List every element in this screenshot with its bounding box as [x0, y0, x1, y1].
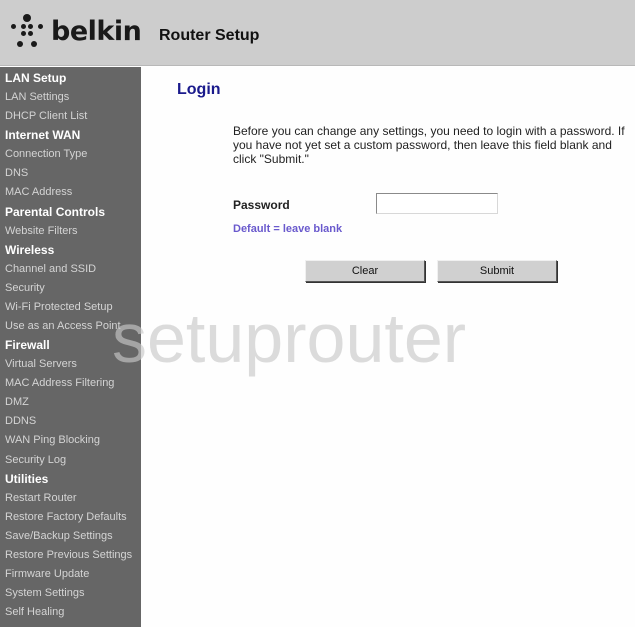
password-input[interactable] [376, 193, 498, 214]
sidebar-item-connection-type[interactable]: Connection Type [5, 148, 87, 160]
sidebar-item-virtual-servers[interactable]: Virtual Servers [5, 358, 77, 370]
sidebar-item-use-as-an-access-point[interactable]: Use as an Access Point [5, 320, 121, 332]
sidebar-item-lan-settings[interactable]: LAN Settings [5, 91, 69, 103]
sidebar-item-firmware-update[interactable]: Firmware Update [5, 568, 89, 580]
belkin-logo-icon [9, 14, 45, 50]
sidebar-item-self-healing[interactable]: Self Healing [5, 606, 64, 618]
app-title: Router Setup [159, 27, 260, 44]
sidebar-section-utilities: Utilities [5, 471, 49, 486]
sidebar-item-dhcp-client-list[interactable]: DHCP Client List [5, 110, 87, 122]
sidebar-section-parental-controls: Parental Controls [5, 204, 106, 219]
sidebar-item-mac-address[interactable]: MAC Address [5, 186, 72, 198]
sidebar-item-save-backup-settings[interactable]: Save/Backup Settings [5, 530, 113, 542]
sidebar-item-restart-router[interactable]: Restart Router [5, 492, 77, 504]
sidebar-nav: LAN Setup LAN Settings DHCP Client List Int… [0, 67, 141, 627]
sidebar-section-wireless: Wireless [5, 242, 55, 257]
sidebar-item-security[interactable]: Security [5, 282, 45, 294]
submit-button[interactable]: Submit [437, 260, 557, 282]
brand-logo: belkin [51, 16, 142, 47]
clear-button[interactable]: Clear [305, 260, 425, 282]
sidebar-item-wi-fi-protected-setup[interactable]: Wi-Fi Protected Setup [5, 301, 113, 313]
sidebar-item-dmz[interactable]: DMZ [5, 396, 29, 408]
sidebar-item-mac-address-filtering[interactable]: MAC Address Filtering [5, 377, 114, 389]
sidebar-section-firewall: Firewall [5, 338, 50, 352]
main-content: Login Before you can change any settings… [141, 67, 635, 627]
sidebar-item-restore-factory-defaults[interactable]: Restore Factory Defaults [5, 511, 127, 523]
header: belkin Router Setup [0, 0, 635, 66]
password-label: Password [233, 198, 290, 212]
sidebar-item-ddns[interactable]: DDNS [5, 415, 36, 427]
sidebar-item-wan-ping-blocking[interactable]: WAN Ping Blocking [5, 434, 100, 446]
page-title: Login [177, 81, 221, 98]
password-hint: Default = leave blank [233, 223, 343, 235]
sidebar-section-lan-setup: LAN Setup [5, 71, 67, 85]
sidebar-item-website-filters[interactable]: Website Filters [5, 225, 78, 237]
sidebar-item-system-settings[interactable]: System Settings [5, 587, 84, 599]
login-instructions: Before you can change any settings, you … [233, 124, 625, 166]
sidebar-section-internet-wan: Internet WAN [5, 128, 81, 143]
sidebar-item-channel-and-ssid[interactable]: Channel and SSID [5, 263, 96, 275]
sidebar-item-dns[interactable]: DNS [5, 167, 28, 179]
sidebar-item-restore-previous-settings[interactable]: Restore Previous Settings [5, 549, 132, 561]
sidebar-item-security-log[interactable]: Security Log [5, 454, 66, 466]
